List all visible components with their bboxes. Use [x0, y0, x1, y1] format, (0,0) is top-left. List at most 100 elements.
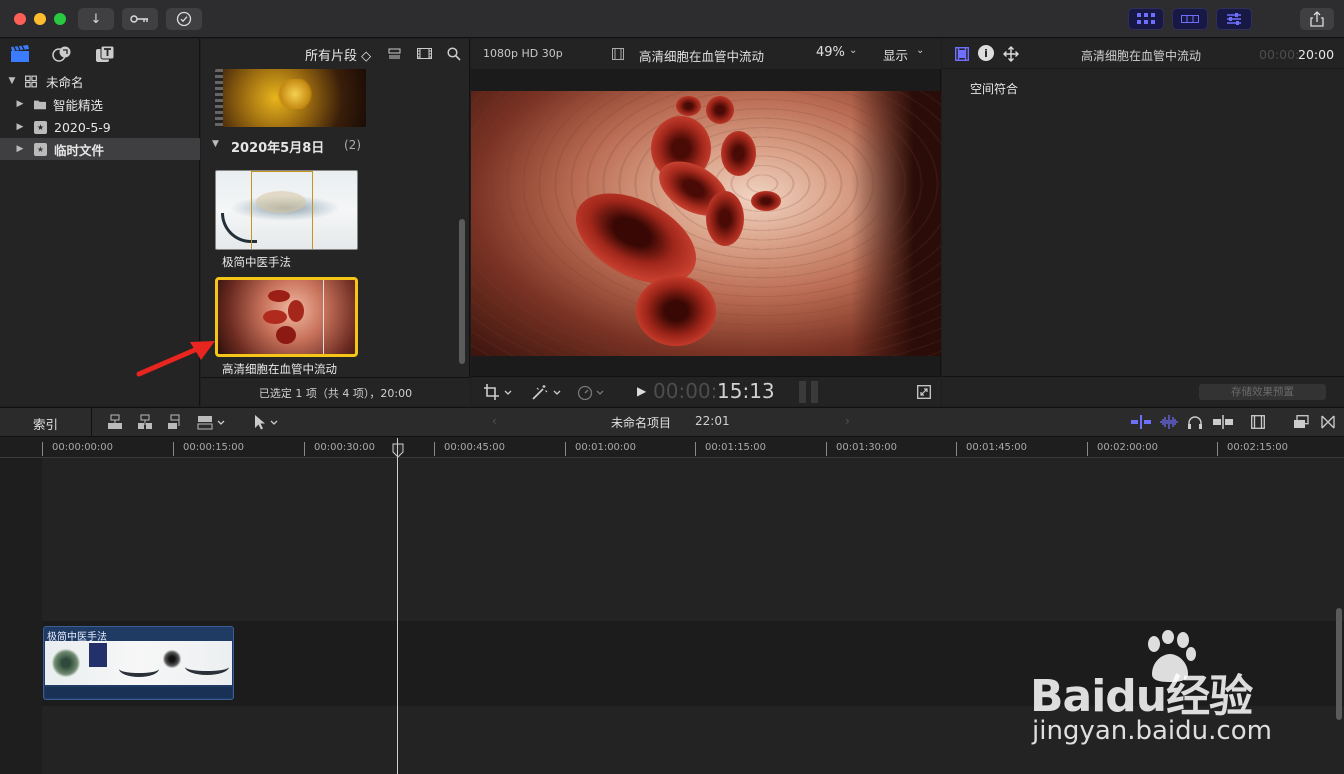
title-bar: ↓ — [0, 0, 1344, 38]
clip-label: 极简中医手法 — [222, 255, 291, 269]
effects-browser-icon[interactable] — [1292, 414, 1310, 430]
collapse-triangle-icon[interactable]: ▼ — [212, 139, 219, 149]
disclosure-triangle-icon[interactable]: ▶ — [14, 122, 26, 132]
clip-filmstrip — [45, 641, 232, 685]
connect-clip-icon[interactable] — [106, 413, 124, 431]
download-arrow-icon: ↓ — [90, 11, 102, 27]
search-icon[interactable] — [446, 46, 461, 61]
transitions-browser-icon[interactable] — [1320, 414, 1336, 430]
viewer-title: 高清细胞在血管中流动 — [639, 49, 765, 64]
browser-status-bar: 已选定 1 项（共 4 项），20:00 — [201, 377, 470, 406]
library-item-label: 未命名 — [46, 74, 84, 90]
playhead-line[interactable] — [397, 438, 398, 774]
show-timeline-button[interactable] — [1172, 8, 1208, 30]
event-star-icon: ★ — [34, 120, 47, 134]
insert-clip-icon[interactable] — [136, 413, 154, 431]
event-star-icon: ★ — [34, 142, 47, 156]
timecode-dim: 00:00: — [653, 379, 718, 403]
transform-arrows-icon[interactable] — [1002, 45, 1020, 63]
clip-browser: 所有片段 ◇ ▼ 2020年5月8日 (2) 极简中医手法 高清细胞在血管中流动… — [201, 39, 470, 406]
index-label: 索引 — [33, 417, 59, 432]
sliders-icon — [1227, 13, 1241, 25]
play-icon[interactable]: ▶ — [637, 384, 646, 398]
zoom-window-button[interactable] — [54, 13, 66, 25]
chevron-down-icon[interactable]: ⌄ — [916, 45, 924, 56]
clip-label: 高清细胞在血管中流动 — [222, 362, 337, 376]
audio-meter-right — [811, 381, 818, 403]
share-button[interactable] — [1300, 8, 1334, 30]
clip-thumbnail-autumn[interactable] — [215, 69, 366, 127]
index-button[interactable]: 索引 — [0, 408, 92, 436]
baidu-jingyan-watermark: Baidu经验 jingyan.baidu.com — [1030, 630, 1290, 760]
key-icon — [130, 15, 148, 23]
timeline-toolbar: 索引 ‹ 未命名项目 22:01 › — [0, 407, 1344, 437]
viewer: 1080p HD 30p 高清细胞在血管中流动 49% ⌄ 显示 ⌄ ▶ 00:… — [471, 39, 941, 406]
minimize-window-button[interactable] — [34, 13, 46, 25]
display-menu[interactable]: 显示 — [883, 45, 908, 64]
library-item-label: 智能精选 — [53, 97, 104, 113]
clip-appearance-icon[interactable] — [387, 47, 401, 59]
save-effects-preset-button[interactable]: 存储效果预置 — [1199, 384, 1326, 400]
back-arrow-icon[interactable]: ‹ — [492, 414, 497, 428]
viewer-controls: ▶ 00:00: 15:13 — [471, 376, 941, 406]
clip-thumbnail-blood-cells[interactable] — [215, 277, 358, 357]
timecode[interactable]: 15:13 — [717, 379, 775, 403]
background-tasks-button[interactable] — [166, 8, 202, 30]
ruler-mark: 00:00:30:00 — [314, 442, 376, 453]
info-icon[interactable]: i — [978, 45, 994, 61]
library-item-label: 2020-5-9 — [54, 119, 111, 135]
library-item-smart-collections[interactable]: ▶ 智能精选 — [0, 93, 200, 115]
video-inspector-icon[interactable] — [954, 46, 970, 62]
video-skimming-icon[interactable] — [1131, 414, 1151, 430]
audio-meter-left — [799, 381, 806, 403]
chevron-down-icon[interactable]: ⌄ — [849, 45, 857, 56]
close-window-button[interactable] — [14, 13, 26, 25]
speed-gauge-icon[interactable] — [577, 384, 607, 400]
format-label: 1080p HD 30p — [483, 47, 563, 60]
ruler-mark: 00:00:15:00 — [183, 442, 245, 453]
import-button[interactable]: ↓ — [78, 8, 114, 30]
libraries-icon[interactable] — [10, 45, 30, 63]
crop-icon[interactable] — [483, 384, 513, 400]
headphones-icon[interactable] — [1187, 414, 1203, 430]
magic-wand-icon[interactable] — [531, 384, 563, 400]
inspector-header: i 高清细胞在血管中流动 00:00: 20:00 — [942, 39, 1344, 69]
inspector-duration-dim: 00:00: — [1259, 47, 1300, 62]
timeline-ruler[interactable]: 00:00:00:00 00:00:15:00 00:00:30:00 00:0… — [0, 438, 1344, 458]
clip-thumbnail-tcm[interactable] — [215, 170, 358, 250]
filmstrip-icon[interactable] — [416, 47, 432, 59]
overwrite-clip-icon[interactable] — [196, 413, 228, 431]
library-grid-icon — [25, 75, 37, 87]
timeline-icon — [1181, 15, 1199, 23]
disclosure-triangle-icon[interactable]: ▼ — [6, 76, 18, 86]
photos-audio-icon[interactable] — [52, 45, 72, 63]
playhead-handle-icon[interactable] — [392, 443, 404, 457]
ruler-mark: 00:01:30:00 — [836, 442, 898, 453]
audio-skimming-icon[interactable] — [1159, 414, 1179, 430]
library-item-label: 临时文件 — [54, 142, 105, 158]
show-browser-button[interactable] — [1128, 8, 1164, 30]
select-tool-icon[interactable] — [252, 413, 282, 431]
clip-appearance-icon[interactable] — [1250, 414, 1266, 430]
append-clip-icon[interactable] — [166, 413, 184, 431]
keywords-button[interactable] — [122, 8, 158, 30]
clip-filter-dropdown[interactable]: 所有片段 ◇ — [305, 45, 371, 64]
zoom-level[interactable]: 49% — [816, 45, 845, 60]
red-arrow-annotation — [136, 341, 215, 377]
library-item-event-2020-5-9[interactable]: ▶ ★ 2020-5-9 — [0, 116, 200, 138]
date-group-count: (2) — [344, 138, 361, 152]
disclosure-triangle-icon[interactable]: ▶ — [14, 99, 26, 109]
library-item-temp-files[interactable]: ▶ ★ 临时文件 — [0, 138, 200, 160]
timeline-clip[interactable]: 极简中医手法 — [43, 626, 234, 700]
show-inspector-button[interactable] — [1216, 8, 1252, 30]
disclosure-triangle-icon[interactable]: ▶ — [14, 144, 26, 154]
timeline-scrollbar[interactable] — [1336, 608, 1342, 720]
library-item-root[interactable]: ▼ 未命名 — [0, 70, 200, 92]
forward-arrow-icon[interactable]: › — [845, 414, 850, 428]
browser-scrollbar[interactable] — [459, 219, 465, 364]
video-preview[interactable] — [471, 91, 941, 356]
checkmark-circle-icon — [176, 11, 192, 27]
snapping-icon[interactable] — [1212, 414, 1234, 430]
fullscreen-icon[interactable] — [916, 384, 932, 400]
titles-generators-icon[interactable] — [95, 45, 115, 63]
